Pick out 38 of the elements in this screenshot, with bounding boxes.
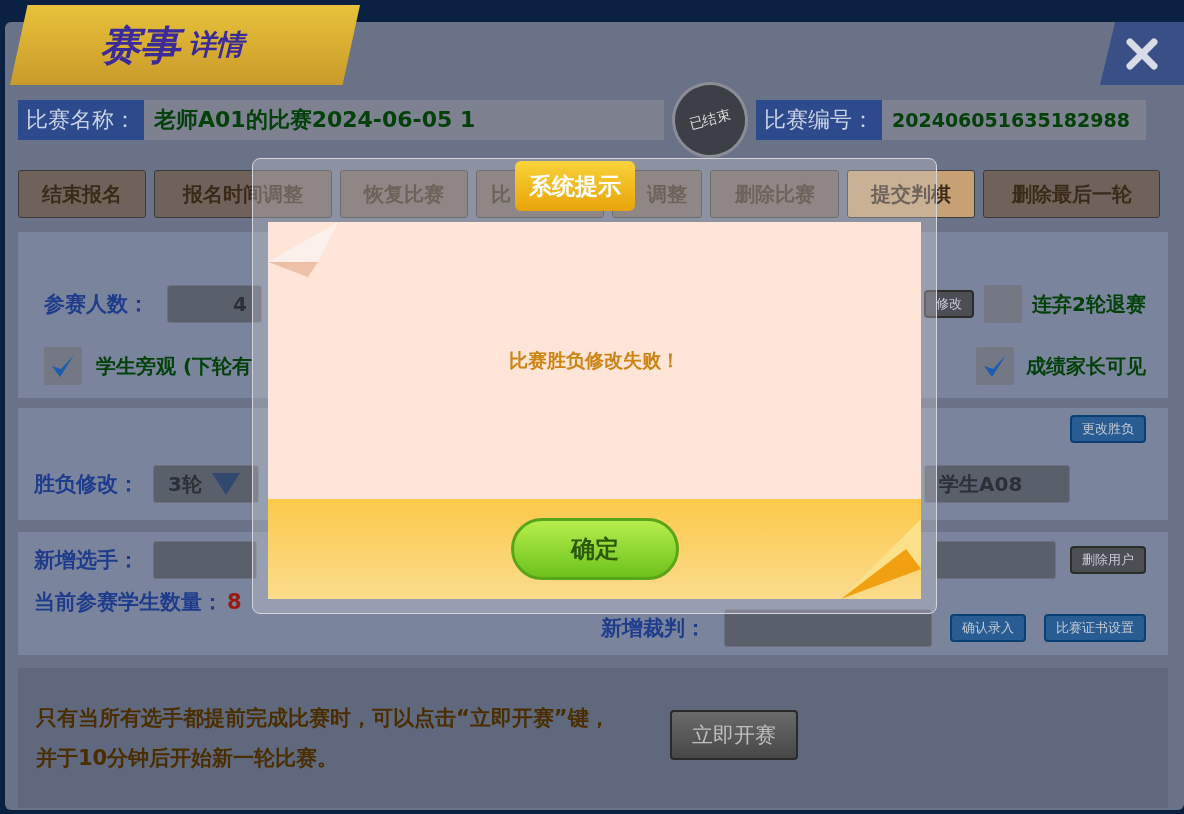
close-icon (1125, 36, 1159, 71)
referee-field[interactable] (724, 609, 932, 647)
dialog-title: 系统提示 (515, 161, 635, 211)
add-player-field[interactable] (153, 541, 257, 579)
info-label: 比赛名称： (18, 100, 144, 140)
option-label: 连弃2轮退赛 (1032, 290, 1146, 318)
add-player-label: 新增选手： (34, 547, 139, 574)
checkbox[interactable] (984, 285, 1023, 323)
toolbar-button[interactable]: 结束报名 (18, 170, 146, 218)
info-value: 老师A01的比赛2024-06-05 1 (144, 100, 664, 140)
dropdown-arrow-icon (211, 473, 240, 495)
dialog-message: 比赛胜负修改失败！ (509, 347, 680, 373)
certificate-button[interactable]: 比赛证书设置 (1044, 614, 1146, 642)
info-value: 202406051635182988 (882, 100, 1146, 140)
edit-button[interactable]: 修改 (924, 290, 975, 318)
count-label: 当前参赛学生数量： (34, 589, 223, 616)
page-curl-icon (841, 519, 921, 599)
window-subtitle: 详情 (188, 25, 250, 65)
delete-user-button[interactable]: 删除用户 (1070, 546, 1146, 574)
change-result-button[interactable]: 更改胜负 (1070, 415, 1146, 443)
result-label: 胜负修改： (34, 471, 139, 498)
option-label: 成绩家长可见 (1026, 352, 1146, 380)
ok-button[interactable]: 确定 (510, 518, 679, 580)
window-title: 赛事 (100, 19, 188, 71)
option-label: 学生旁观 (下轮有 (96, 352, 253, 380)
checkbox[interactable] (976, 347, 1014, 385)
info-label: 比赛编号： (756, 100, 882, 140)
confirm-button[interactable]: 确认录入 (950, 614, 1026, 642)
close-button[interactable] (1100, 22, 1184, 85)
referee-label: 新增裁判： (601, 615, 706, 642)
count-value: 8 (227, 590, 242, 614)
checkbox[interactable] (44, 347, 82, 385)
notice-text: 并于10分钟后开始新一轮比赛。 (36, 745, 340, 772)
user-field[interactable] (936, 541, 1056, 579)
notice-text: 只有当所有选手都提前完成比赛时，可以点击“立即开赛”键， (36, 705, 610, 732)
players-label: 参赛人数： (44, 291, 149, 318)
start-button[interactable]: 立即开赛 (669, 710, 798, 760)
toolbar-button[interactable]: 删除最后一轮 (983, 170, 1160, 218)
